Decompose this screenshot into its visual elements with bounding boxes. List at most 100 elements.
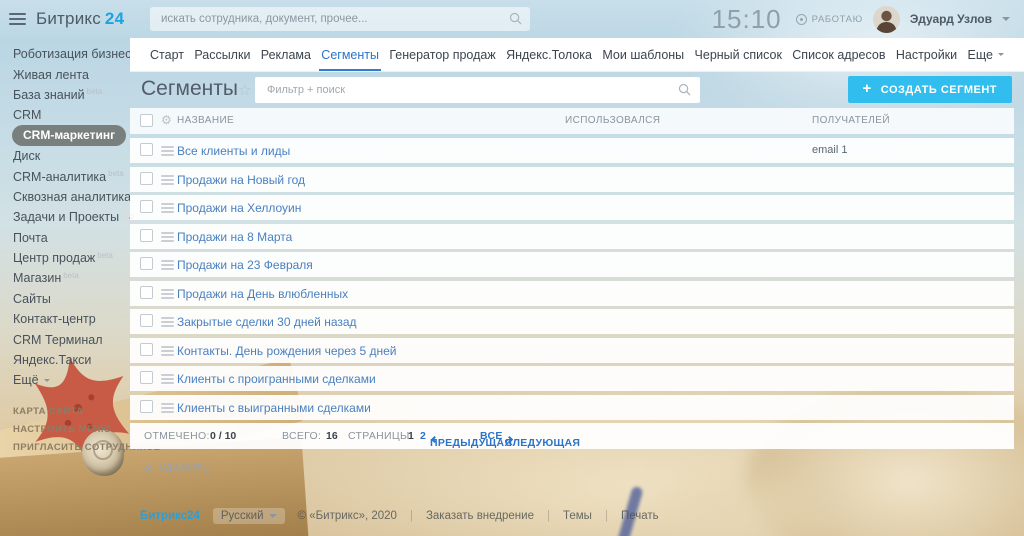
segment-name-link[interactable]: Продажи на 8 Марта <box>177 230 292 244</box>
sidebar-item-11[interactable]: Магазинbeta <box>0 268 130 288</box>
row-checkbox[interactable] <box>140 286 153 299</box>
tab-1[interactable]: Рассылки <box>194 38 250 71</box>
page-number-current[interactable]: 1 <box>408 430 414 442</box>
tab-6[interactable]: Мои шаблоны <box>602 38 684 71</box>
sidebar: Роботизация бизнес...betaЖивая лентаБаза… <box>0 38 130 457</box>
all-pages-link[interactable]: ВСЕ <box>480 430 503 442</box>
segment-name-link[interactable]: Продажи на 23 Февраля <box>177 258 313 272</box>
sidebar-item-3[interactable]: CRM <box>0 105 130 125</box>
gear-icon[interactable]: ⚙ <box>161 113 172 127</box>
sidebar-item-label: Центр продаж <box>13 251 95 265</box>
chevron-down-icon <box>998 53 1004 59</box>
table-row: Продажи на 8 Марта <box>130 224 1014 249</box>
row-checkbox[interactable] <box>140 343 153 356</box>
sidebar-item-4[interactable]: CRM-маркетинг <box>0 126 130 146</box>
footer-logo[interactable]: Битрикс24 <box>140 510 200 522</box>
segment-name-link[interactable]: Закрытые сделки 30 дней назад <box>177 315 357 329</box>
language-selector[interactable]: Русский <box>213 508 285 524</box>
row-menu-icon[interactable] <box>161 146 174 156</box>
row-menu-icon[interactable] <box>161 175 174 185</box>
work-status[interactable]: РАБОТАЮ <box>796 14 863 25</box>
tab-label: Реклама <box>261 48 311 62</box>
global-search-input[interactable] <box>150 7 530 31</box>
tab-9[interactable]: Настройки <box>896 38 957 71</box>
sidebar-footer-link-0[interactable]: КАРТА САЙТА <box>0 403 130 421</box>
sidebar-item-1[interactable]: Живая лента <box>0 64 130 84</box>
row-menu-icon[interactable] <box>161 317 174 327</box>
status-record-icon <box>796 14 807 25</box>
bitrix24-logo[interactable]: Битрикс24 <box>36 9 124 29</box>
sidebar-item-16[interactable]: Ещё <box>0 370 130 390</box>
tab-10[interactable]: Еще <box>968 38 1004 71</box>
column-header-used[interactable]: ИСПОЛЬЗОВАЛСЯ <box>565 115 660 126</box>
tab-7[interactable]: Черный список <box>695 38 782 71</box>
create-segment-button[interactable]: + СОЗДАТЬ СЕГМЕНТ <box>848 76 1012 103</box>
sidebar-item-14[interactable]: CRM Терминал <box>0 329 130 349</box>
sidebar-item-15[interactable]: Яндекс.Такси <box>0 350 130 370</box>
row-checkbox[interactable] <box>140 172 153 185</box>
sidebar-item-9[interactable]: Почта <box>0 228 130 248</box>
delete-button[interactable]: × УДАЛИТЬ <box>144 462 210 474</box>
sidebar-footer-link-2[interactable]: ПРИГЛАСИТЬ СОТРУДНИКОВ <box>0 439 130 457</box>
marked-label: ОТМЕЧЕНО: <box>144 430 210 442</box>
select-all-checkbox[interactable] <box>140 114 153 127</box>
segment-name-link[interactable]: Все клиенты и лиды <box>177 144 290 158</box>
main-menu-icon[interactable] <box>9 13 26 25</box>
page-number-link[interactable]: 2 <box>420 430 426 442</box>
sidebar-item-6[interactable]: CRM-аналитикаbeta <box>0 166 130 186</box>
segment-name-link[interactable]: Контакты. День рождения через 5 дней <box>177 344 396 358</box>
segment-name-link[interactable]: Продажи на Новый год <box>177 173 305 187</box>
tab-4[interactable]: Генератор продаж <box>389 38 495 71</box>
row-menu-icon[interactable] <box>161 289 174 299</box>
row-menu-icon[interactable] <box>161 374 174 384</box>
row-menu-icon[interactable] <box>161 403 174 413</box>
sidebar-item-2[interactable]: База знанийbeta <box>0 85 130 105</box>
row-menu-icon[interactable] <box>161 260 174 270</box>
footer-separator: | <box>410 510 413 522</box>
sidebar-item-label: CRM <box>13 108 41 122</box>
avatar[interactable] <box>873 6 900 33</box>
segment-name-link[interactable]: Клиенты с проигранными сделками <box>177 372 376 386</box>
row-checkbox[interactable] <box>140 400 153 413</box>
tab-5[interactable]: Яндекс.Толока <box>506 38 592 71</box>
row-checkbox[interactable] <box>140 200 153 213</box>
tab-3[interactable]: Сегменты <box>321 38 379 71</box>
footer-link-0[interactable]: Заказать внедрение <box>426 510 534 522</box>
chevron-down-icon <box>269 514 277 522</box>
sidebar-item-label: Диск <box>13 149 40 163</box>
sidebar-item-10[interactable]: Центр продажbeta <box>0 248 130 268</box>
sidebar-item-0[interactable]: Роботизация бизнес...beta <box>0 44 130 64</box>
row-menu-icon[interactable] <box>161 203 174 213</box>
segment-name-link[interactable]: Продажи на Хеллоуин <box>177 201 301 215</box>
row-checkbox[interactable] <box>140 314 153 327</box>
chevron-down-icon[interactable] <box>1002 17 1010 25</box>
sidebar-item-label: Задачи и Проекты <box>13 210 119 224</box>
tab-0[interactable]: Старт <box>150 38 184 71</box>
sidebar-item-5[interactable]: Диск <box>0 146 130 166</box>
row-menu-icon[interactable] <box>161 232 174 242</box>
tab-2[interactable]: Реклама <box>261 38 311 71</box>
tab-8[interactable]: Список адресов <box>792 38 885 71</box>
footer-link-1[interactable]: Темы <box>563 510 592 522</box>
user-name[interactable]: Эдуард Узлов <box>910 12 992 26</box>
row-checkbox[interactable] <box>140 229 153 242</box>
segment-name-link[interactable]: Клиенты с выигранными сделками <box>177 401 371 415</box>
row-checkbox[interactable] <box>140 143 153 156</box>
status-label: РАБОТАЮ <box>812 14 863 25</box>
filter-search-input[interactable] <box>255 77 700 103</box>
row-menu-icon[interactable] <box>161 346 174 356</box>
table-row: Закрытые сделки 30 дней назад <box>130 309 1014 334</box>
column-header-recipients[interactable]: ПОЛУЧАТЕЛЕЙ <box>812 115 890 126</box>
work-time-clock[interactable]: 15:10 <box>712 4 782 35</box>
row-checkbox[interactable] <box>140 371 153 384</box>
sidebar-item-7[interactable]: Сквозная аналитика <box>0 187 130 207</box>
sidebar-item-8[interactable]: Задачи и Проекты4 <box>0 207 130 227</box>
sidebar-item-13[interactable]: Контакт-центр <box>0 309 130 329</box>
row-checkbox[interactable] <box>140 257 153 270</box>
favorite-star-icon[interactable]: ☆ <box>238 81 251 99</box>
footer-link-2[interactable]: Печать <box>621 510 659 522</box>
sidebar-footer-link-1[interactable]: НАСТРОИТЬ МЕНЮ <box>0 421 130 439</box>
segment-name-link[interactable]: Продажи на День влюбленных <box>177 287 348 301</box>
sidebar-item-12[interactable]: Сайты <box>0 289 130 309</box>
column-header-name[interactable]: НАЗВАНИЕ <box>177 115 234 126</box>
